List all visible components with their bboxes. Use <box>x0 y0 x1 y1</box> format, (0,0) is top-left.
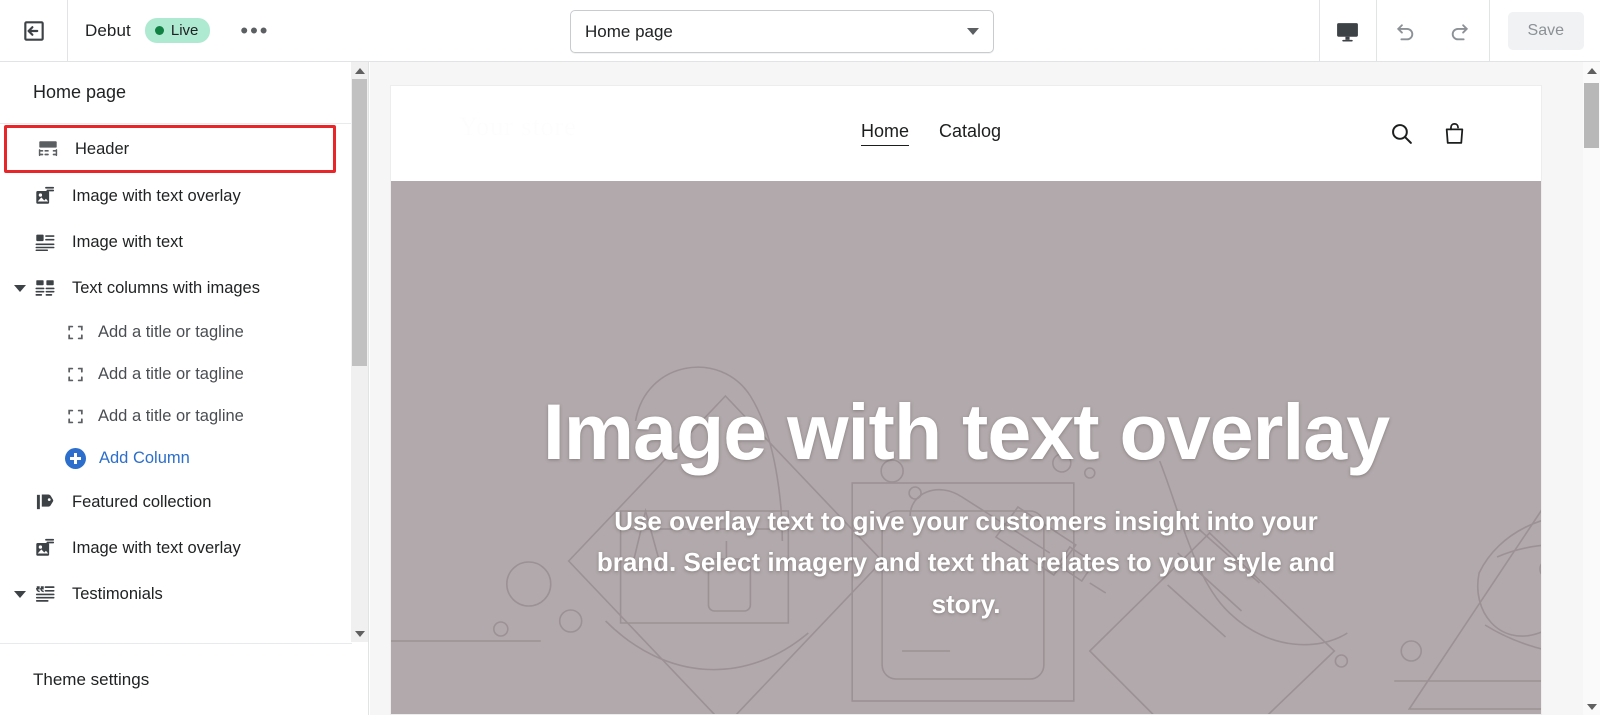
sidebar-item-featured-collection[interactable]: Featured collection <box>0 479 352 525</box>
sidebar-item-label: Testimonials <box>72 584 163 603</box>
image-overlay-icon <box>33 537 57 559</box>
sidebar-block-item[interactable]: Add a title or tagline <box>0 395 352 437</box>
search-icon[interactable] <box>1389 121 1414 146</box>
chevron-down-icon[interactable] <box>14 284 26 292</box>
exit-arrow-icon <box>23 20 44 41</box>
testimonials-quote-icon <box>33 583 57 605</box>
sidebar-block-label: Add a title or tagline <box>98 364 244 383</box>
theme-info-group: Debut Live ••• <box>68 18 280 43</box>
preview-panel: Your store Home Catalog Image with text … <box>370 62 1600 715</box>
theme-settings-label: Theme settings <box>33 669 150 689</box>
sidebar-block-label: Add a title or tagline <box>98 406 244 425</box>
sidebar-item-image-with-text-overlay-2[interactable]: Image with text overlay <box>0 525 352 571</box>
sidebar-block-item[interactable]: Add a title or tagline <box>0 353 352 395</box>
storefront-actions <box>1389 121 1467 146</box>
scrollbar-track[interactable] <box>1583 79 1600 698</box>
toolbar-right-group: Save <box>1318 0 1600 62</box>
theme-name: Debut <box>85 20 131 40</box>
preview-scrollbar[interactable] <box>1583 62 1600 715</box>
sidebar-item-header[interactable]: Header <box>4 125 336 173</box>
device-preview-button[interactable] <box>1320 0 1376 62</box>
nav-link-home[interactable]: Home <box>861 121 910 146</box>
hero-paragraph: Use overlay text to give your customers … <box>596 506 1336 619</box>
add-column-label: Add Column <box>99 448 190 467</box>
store-logo[interactable]: Your store <box>459 112 669 156</box>
scroll-down-arrow-icon[interactable] <box>351 625 368 642</box>
sidebar-item-image-with-text[interactable]: Image with text <box>0 219 352 265</box>
storefront-nav: Home Catalog <box>861 121 1001 146</box>
sidebar-title: Home page <box>0 62 368 124</box>
sidebar-item-label: Featured collection <box>72 492 212 511</box>
save-button[interactable]: Save <box>1507 12 1584 50</box>
scroll-up-arrow-icon[interactable] <box>351 62 368 79</box>
storefront-preview-frame: Your store Home Catalog Image with text … <box>390 85 1542 715</box>
sidebar-item-text-columns-with-images[interactable]: Text columns with images <box>0 265 352 311</box>
collection-tag-icon <box>33 491 57 513</box>
sidebar-item-label: Text columns with images <box>72 278 260 297</box>
sections-sidebar: Home page Header Image with text overlay… <box>0 62 369 715</box>
image-with-text-icon <box>33 231 57 253</box>
chevron-down-icon <box>967 28 979 35</box>
sidebar-item-label: Image with text overlay <box>72 538 241 557</box>
sidebar-item-label: Image with text overlay <box>72 186 241 205</box>
status-badge: Live <box>144 18 211 43</box>
hero-image-with-text-overlay[interactable]: Image with text overlay Use overlay text… <box>391 181 1541 714</box>
theme-settings-button[interactable]: Theme settings <box>0 643 352 715</box>
add-column-button[interactable]: Add Column <box>0 437 352 479</box>
scrollbar-track[interactable] <box>351 79 368 625</box>
live-badge-label: Live <box>170 22 199 39</box>
theme-editor-window: Debut Live ••• Home page Save Home page … <box>0 0 1600 715</box>
sidebar-block-label: Add a title or tagline <box>98 322 244 341</box>
image-overlay-icon <box>33 185 57 207</box>
sidebar-item-testimonials[interactable]: Testimonials <box>0 571 352 617</box>
block-placeholder-icon <box>65 406 85 426</box>
redo-button[interactable] <box>1433 0 1489 62</box>
shopping-bag-icon[interactable] <box>1442 121 1467 146</box>
hero-text-block: Image with text overlay Use overlay text… <box>391 181 1541 714</box>
scroll-down-arrow-icon[interactable] <box>1583 698 1600 715</box>
undo-button[interactable] <box>1377 0 1433 62</box>
nav-link-catalog[interactable]: Catalog <box>939 121 1001 142</box>
header-section-icon <box>36 138 60 160</box>
sidebar-item-label: Image with text <box>72 232 183 251</box>
desktop-preview-icon <box>1337 22 1358 41</box>
sidebar-item-label: Header <box>75 139 130 158</box>
sidebar-section-list: Header Image with text overlay Image wit… <box>0 125 352 642</box>
exit-editor-button[interactable] <box>0 0 68 62</box>
storefront-header: Your store Home Catalog <box>391 86 1541 181</box>
scrollbar-thumb[interactable] <box>352 79 367 366</box>
page-selector-dropdown[interactable]: Home page <box>570 10 994 53</box>
hero-heading: Image with text overlay <box>542 387 1390 477</box>
redo-icon <box>1451 23 1469 40</box>
chevron-down-icon[interactable] <box>14 590 26 598</box>
sidebar-scrollbar[interactable] <box>351 62 368 642</box>
scroll-up-arrow-icon[interactable] <box>1583 62 1600 79</box>
sidebar-item-image-with-text-overlay[interactable]: Image with text overlay <box>0 173 352 219</box>
text-columns-icon <box>33 277 57 299</box>
save-button-wrap: Save <box>1490 12 1600 50</box>
top-toolbar: Debut Live ••• Home page Save <box>0 0 1600 62</box>
live-dot-icon <box>154 26 164 35</box>
scrollbar-thumb[interactable] <box>1584 83 1599 148</box>
page-selector-value: Home page <box>585 21 673 41</box>
block-placeholder-icon <box>65 364 85 384</box>
block-placeholder-icon <box>65 322 85 342</box>
undo-icon <box>1396 23 1414 40</box>
sidebar-block-item[interactable]: Add a title or tagline <box>0 311 352 353</box>
plus-circle-icon <box>65 447 86 469</box>
more-actions-button[interactable]: ••• <box>230 19 279 43</box>
